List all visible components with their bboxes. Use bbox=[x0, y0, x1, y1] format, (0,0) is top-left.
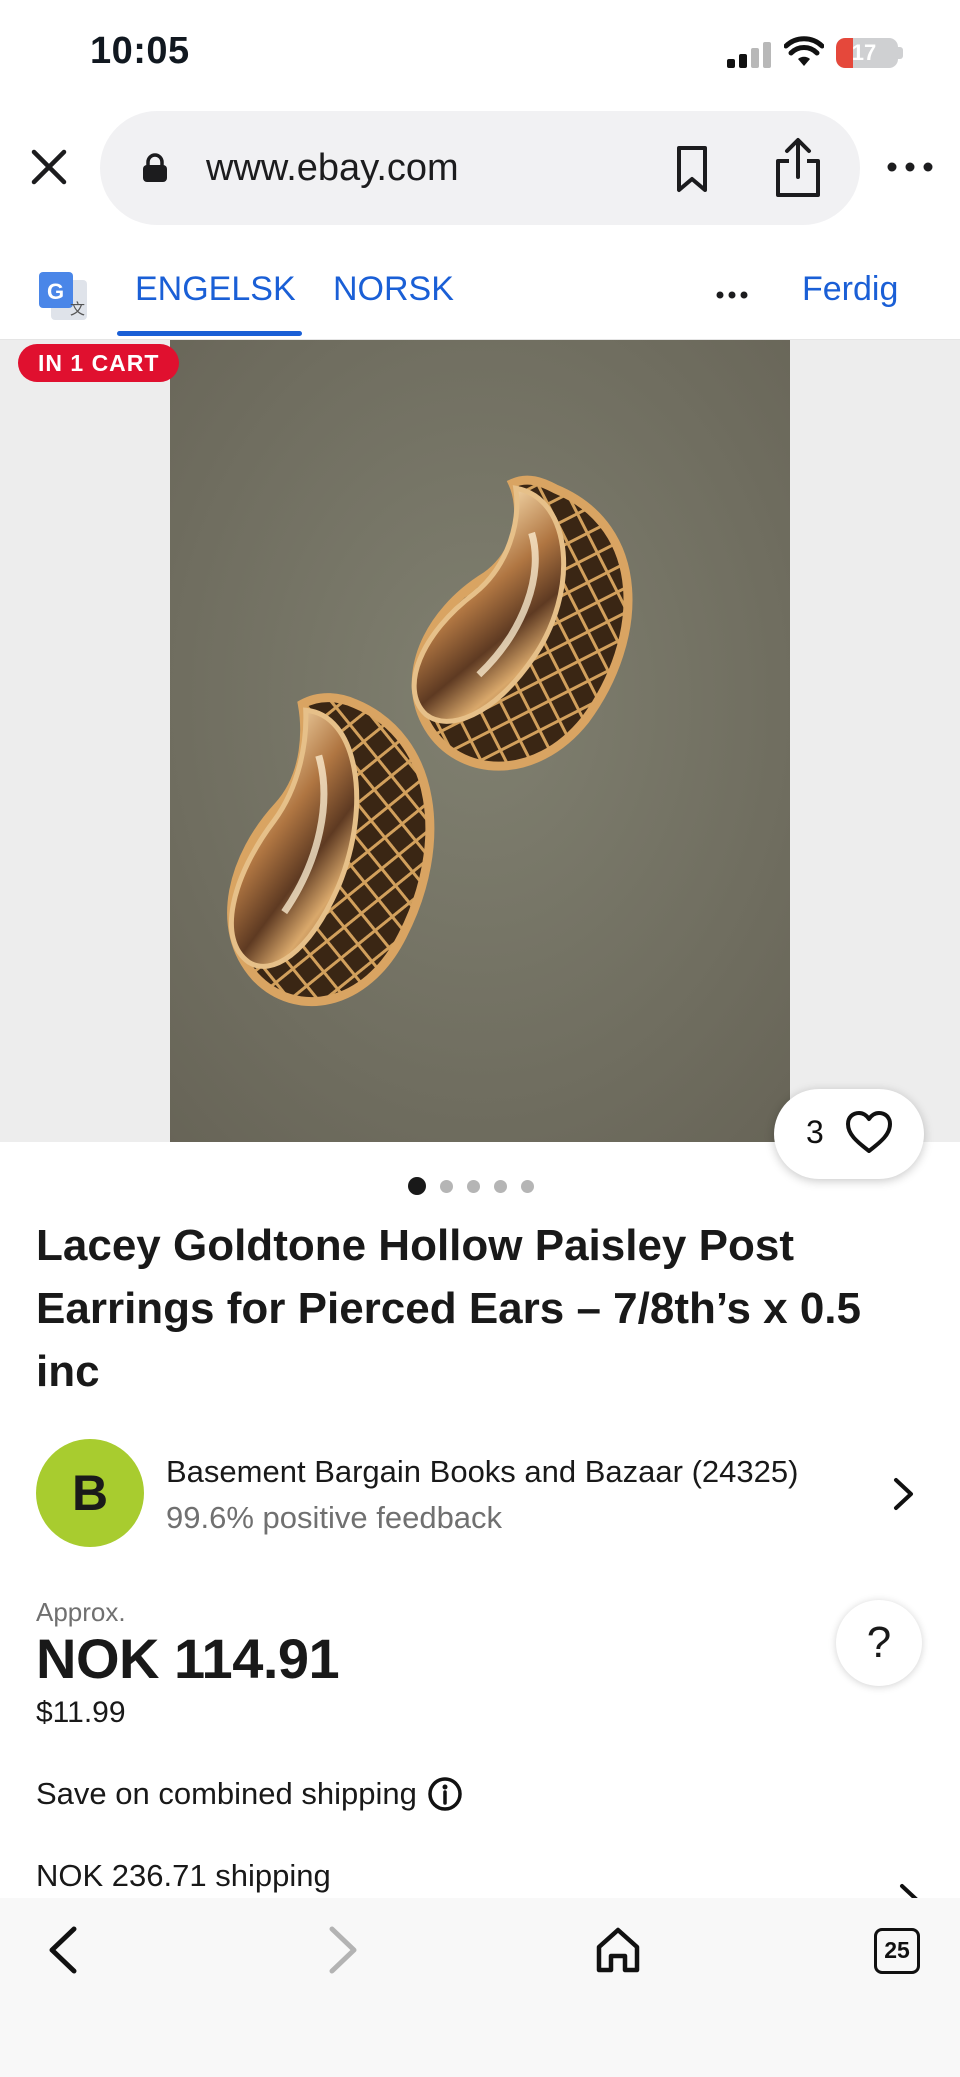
close-icon bbox=[31, 149, 67, 185]
done-button[interactable]: Ferdig bbox=[802, 270, 898, 309]
seller-feedback: 99.6% positive feedback bbox=[166, 1500, 503, 1535]
chevron-right-icon[interactable] bbox=[892, 1476, 916, 1512]
close-button[interactable] bbox=[22, 140, 76, 194]
battery-tip bbox=[898, 47, 903, 59]
price-usd: $11.99 bbox=[36, 1696, 126, 1729]
bookmark-icon[interactable] bbox=[670, 145, 714, 193]
status-bar: 10:05 17 bbox=[0, 0, 960, 106]
svg-text:G: G bbox=[47, 279, 64, 304]
price-local: NOK 114.91 bbox=[36, 1627, 340, 1690]
pagination-dot[interactable] bbox=[467, 1179, 480, 1193]
combined-shipping[interactable]: Save on combined shipping bbox=[36, 1776, 463, 1812]
wifi-icon bbox=[784, 36, 824, 66]
pagination-dot-active[interactable] bbox=[408, 1177, 426, 1195]
seller-name[interactable]: Basement Bargain Books and Bazaar (24325… bbox=[166, 1454, 798, 1490]
tab-source-language[interactable]: ENGELSK bbox=[135, 270, 296, 309]
product-photo[interactable] bbox=[170, 340, 790, 1142]
forward-icon[interactable] bbox=[320, 1923, 364, 1977]
pagination-dot[interactable] bbox=[494, 1179, 507, 1193]
share-icon[interactable] bbox=[772, 137, 824, 199]
address-bar[interactable]: www.ebay.com bbox=[100, 111, 860, 225]
pagination-dot[interactable] bbox=[440, 1179, 453, 1193]
lock-icon bbox=[143, 153, 167, 182]
watch-count: 3 bbox=[806, 1114, 824, 1150]
status-time: 10:05 bbox=[90, 30, 190, 72]
back-icon[interactable] bbox=[42, 1923, 86, 1977]
translate-options-icon[interactable] bbox=[714, 282, 750, 308]
battery-percent: 17 bbox=[851, 40, 877, 65]
url-text: www.ebay.com bbox=[206, 147, 459, 189]
active-tab-indicator bbox=[117, 331, 302, 336]
tabs-button[interactable]: 25 bbox=[874, 1928, 920, 1974]
image-gallery[interactable] bbox=[0, 340, 960, 1142]
help-button[interactable]: ? bbox=[836, 1600, 922, 1686]
watchlist-button[interactable]: 3 bbox=[774, 1089, 924, 1179]
combined-shipping-text: Save on combined shipping bbox=[36, 1776, 417, 1811]
svg-text:文: 文 bbox=[70, 300, 85, 318]
browser-toolbar: 25 bbox=[0, 1898, 960, 2077]
heart-icon bbox=[846, 1111, 892, 1153]
more-icon[interactable] bbox=[885, 152, 935, 182]
pagination-dot[interactable] bbox=[521, 1179, 534, 1193]
listing-title: Lacey Goldtone Hollow Paisley Post Earri… bbox=[36, 1221, 861, 1396]
battery-icon: 17 bbox=[836, 38, 898, 68]
info-icon[interactable] bbox=[427, 1776, 463, 1812]
google-translate-icon: G 文 bbox=[39, 272, 87, 320]
seller-avatar[interactable]: B bbox=[36, 1439, 144, 1547]
tab-target-language[interactable]: NORSK bbox=[333, 270, 454, 309]
translate-bar: G 文 ENGELSK NORSK Ferdig bbox=[0, 250, 960, 340]
cellular-signal-icon bbox=[727, 42, 771, 68]
in-cart-badge: IN 1 CART bbox=[18, 344, 180, 382]
gallery-pagination[interactable] bbox=[408, 1176, 534, 1196]
shipping-cost[interactable]: NOK 236.71 shipping bbox=[36, 1858, 331, 1894]
home-icon[interactable] bbox=[594, 1925, 642, 1975]
approx-label: Approx. bbox=[36, 1597, 126, 1627]
